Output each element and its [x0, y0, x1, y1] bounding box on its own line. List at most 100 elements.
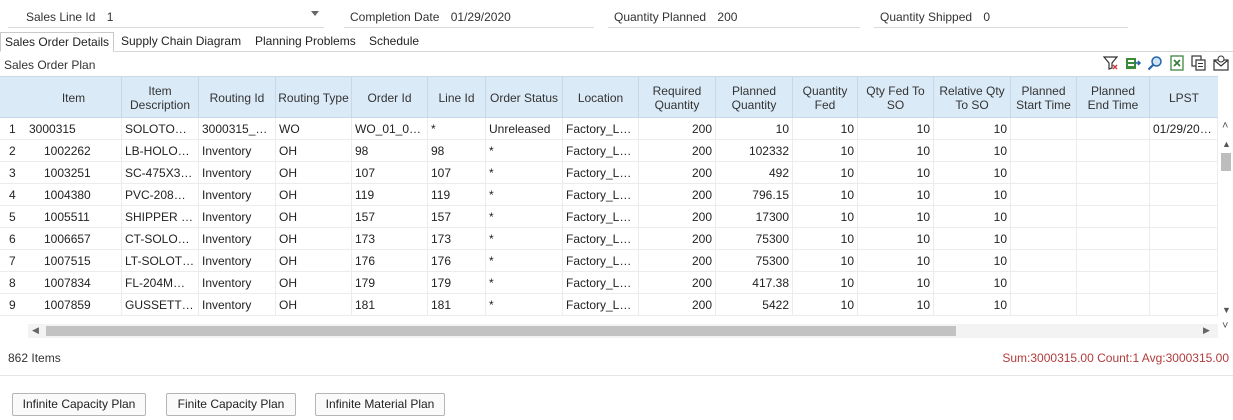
filter-icon[interactable] [1103, 55, 1119, 71]
cell-qty-fed-to-so[interactable]: 10 [858, 162, 934, 184]
cell-quantity-fed[interactable]: 10 [793, 184, 858, 206]
cell-planned-quantity[interactable]: 17300 [716, 206, 793, 228]
cell-order-id[interactable]: 98 [352, 140, 428, 162]
cell-order-status[interactable]: * [486, 162, 563, 184]
cell-routing-id[interactable]: Inventory [199, 250, 276, 272]
cell-planned-quantity[interactable]: 796.15 [716, 184, 793, 206]
cell-qty-fed-to-so[interactable]: 10 [858, 294, 934, 316]
cell-line-id[interactable]: 98 [428, 140, 486, 162]
cell-item-description[interactable]: CT-SOLO… [122, 228, 199, 250]
infinite-capacity-plan-button[interactable]: Infinite Capacity Plan [12, 393, 146, 416]
table-row[interactable]: 1 3000315 SOLOTO… 3000315_… WO WO_01_0… * Unrel… [0, 118, 1218, 140]
tab-schedule[interactable]: Schedule [365, 32, 423, 52]
cell-item-description[interactable]: SC-475X3… [122, 162, 199, 184]
email-icon[interactable] [1213, 55, 1229, 71]
cell-planned-end-time[interactable] [1077, 118, 1150, 140]
cell-planned-quantity[interactable]: 417.38 [716, 272, 793, 294]
cell-item[interactable]: 3000315 [26, 118, 122, 140]
tab-planning-problems[interactable]: Planning Problems [251, 32, 360, 52]
cell-planned-quantity[interactable]: 5422 [716, 294, 793, 316]
cell-order-status[interactable]: * [486, 228, 563, 250]
cell-routing-type[interactable]: OH [276, 206, 352, 228]
cell-routing-id[interactable]: 3000315_… [199, 118, 276, 140]
cell-planned-end-time[interactable] [1077, 250, 1150, 272]
column-header-location[interactable]: Location [563, 77, 639, 118]
cell-required-quantity[interactable]: 200 [639, 162, 716, 184]
cell-order-status[interactable]: * [486, 140, 563, 162]
column-header-routing-type[interactable]: Routing Type [276, 77, 352, 118]
cell-item-description[interactable]: SOLOTO… [122, 118, 199, 140]
cell-planned-end-time[interactable] [1077, 206, 1150, 228]
cell-routing-id[interactable]: Inventory [199, 206, 276, 228]
table-row[interactable]: 5 1005511 SHIPPER … Inventory OH 157 157 * Facto… [0, 206, 1218, 228]
cell-routing-id[interactable]: Inventory [199, 140, 276, 162]
scroll-right-icon[interactable]: ▶ [1203, 325, 1210, 336]
cell-routing-type[interactable]: WO [276, 118, 352, 140]
cell-required-quantity[interactable]: 200 [639, 140, 716, 162]
cell-required-quantity[interactable]: 200 [639, 272, 716, 294]
cell-planned-quantity[interactable]: 75300 [716, 250, 793, 272]
cell-planned-start-time[interactable] [1011, 250, 1077, 272]
cell-routing-type[interactable]: OH [276, 228, 352, 250]
table-row[interactable]: 8 1007834 FL-204M… Inventory OH 179 179 * Factor… [0, 272, 1218, 294]
table-row[interactable]: 4 1004380 PVC-208… Inventory OH 119 119 * Factor… [0, 184, 1218, 206]
cell-required-quantity[interactable]: 200 [639, 250, 716, 272]
column-header-planned-start-time[interactable]: Planned Start Time [1011, 77, 1077, 118]
cell-order-status[interactable]: * [486, 272, 563, 294]
cell-quantity-fed[interactable]: 10 [793, 294, 858, 316]
table-row[interactable]: 3 1003251 SC-475X3… Inventory OH 107 107 * Facto… [0, 162, 1218, 184]
copy-icon[interactable] [1191, 55, 1207, 71]
cell-location[interactable]: Factory_L… [563, 228, 639, 250]
cell-lpst[interactable]: 01/29/20… [1150, 118, 1218, 140]
cell-planned-quantity[interactable]: 10 [716, 118, 793, 140]
cell-line-id[interactable]: * [428, 118, 486, 140]
cell-relative-qty-to-so[interactable]: 10 [934, 162, 1011, 184]
cell-location[interactable]: Factory_L… [563, 272, 639, 294]
cell-qty-fed-to-so[interactable]: 10 [858, 250, 934, 272]
scroll-down-icon[interactable]: ▼ [1222, 306, 1231, 315]
cell-quantity-fed[interactable]: 10 [793, 162, 858, 184]
cell-planned-start-time[interactable] [1011, 294, 1077, 316]
cell-location[interactable]: Factory_L… [563, 162, 639, 184]
cell-lpst[interactable] [1150, 140, 1218, 162]
cell-order-id[interactable]: 179 [352, 272, 428, 294]
cell-item[interactable]: 1005511 [26, 206, 122, 228]
cell-planned-end-time[interactable] [1077, 140, 1150, 162]
tab-supply-chain-diagram[interactable]: Supply Chain Diagram [117, 32, 245, 52]
cell-routing-id[interactable]: Inventory [199, 272, 276, 294]
cell-relative-qty-to-so[interactable]: 10 [934, 294, 1011, 316]
cell-planned-start-time[interactable] [1011, 118, 1077, 140]
cell-relative-qty-to-so[interactable]: 10 [934, 118, 1011, 140]
find-icon[interactable] [1147, 55, 1163, 71]
table-row[interactable]: 6 1006657 CT-SOLO… Inventory OH 173 173 * Factor… [0, 228, 1218, 250]
cell-order-status[interactable]: * [486, 250, 563, 272]
cell-lpst[interactable] [1150, 294, 1218, 316]
cell-routing-type[interactable]: OH [276, 250, 352, 272]
infinite-material-plan-button[interactable]: Infinite Material Plan [315, 393, 445, 416]
cell-planned-end-time[interactable] [1077, 228, 1150, 250]
cell-required-quantity[interactable]: 200 [639, 206, 716, 228]
cell-item[interactable]: 1004380 [26, 184, 122, 206]
finite-capacity-plan-button[interactable]: Finite Capacity Plan [166, 393, 296, 416]
vertical-scroll-thumb[interactable] [1221, 153, 1231, 171]
cell-planned-end-time[interactable] [1077, 272, 1150, 294]
tab-sales-order-details[interactable]: Sales Order Details [0, 32, 115, 52]
cell-item[interactable]: 1007834 [26, 272, 122, 294]
cell-item[interactable]: 1007859 [26, 294, 122, 316]
cell-line-id[interactable]: 176 [428, 250, 486, 272]
cell-line-id[interactable]: 181 [428, 294, 486, 316]
table-row[interactable]: 9 1007859 GUSSETT… Inventory OH 181 181 * Factor… [0, 294, 1218, 316]
cell-item[interactable]: 1002262 [26, 140, 122, 162]
cell-quantity-fed[interactable]: 10 [793, 206, 858, 228]
cell-line-id[interactable]: 107 [428, 162, 486, 184]
column-header-relative-qty-to-so[interactable]: Relative Qty To SO [934, 77, 1011, 118]
cell-planned-end-time[interactable] [1077, 294, 1150, 316]
cell-relative-qty-to-so[interactable]: 10 [934, 184, 1011, 206]
cell-order-id[interactable]: 119 [352, 184, 428, 206]
cell-quantity-fed[interactable]: 10 [793, 140, 858, 162]
cell-required-quantity[interactable]: 200 [639, 184, 716, 206]
cell-routing-id[interactable]: Inventory [199, 294, 276, 316]
cell-order-id[interactable]: 181 [352, 294, 428, 316]
cell-order-status[interactable]: Unreleased [486, 118, 563, 140]
cell-location[interactable]: Factory_L… [563, 140, 639, 162]
